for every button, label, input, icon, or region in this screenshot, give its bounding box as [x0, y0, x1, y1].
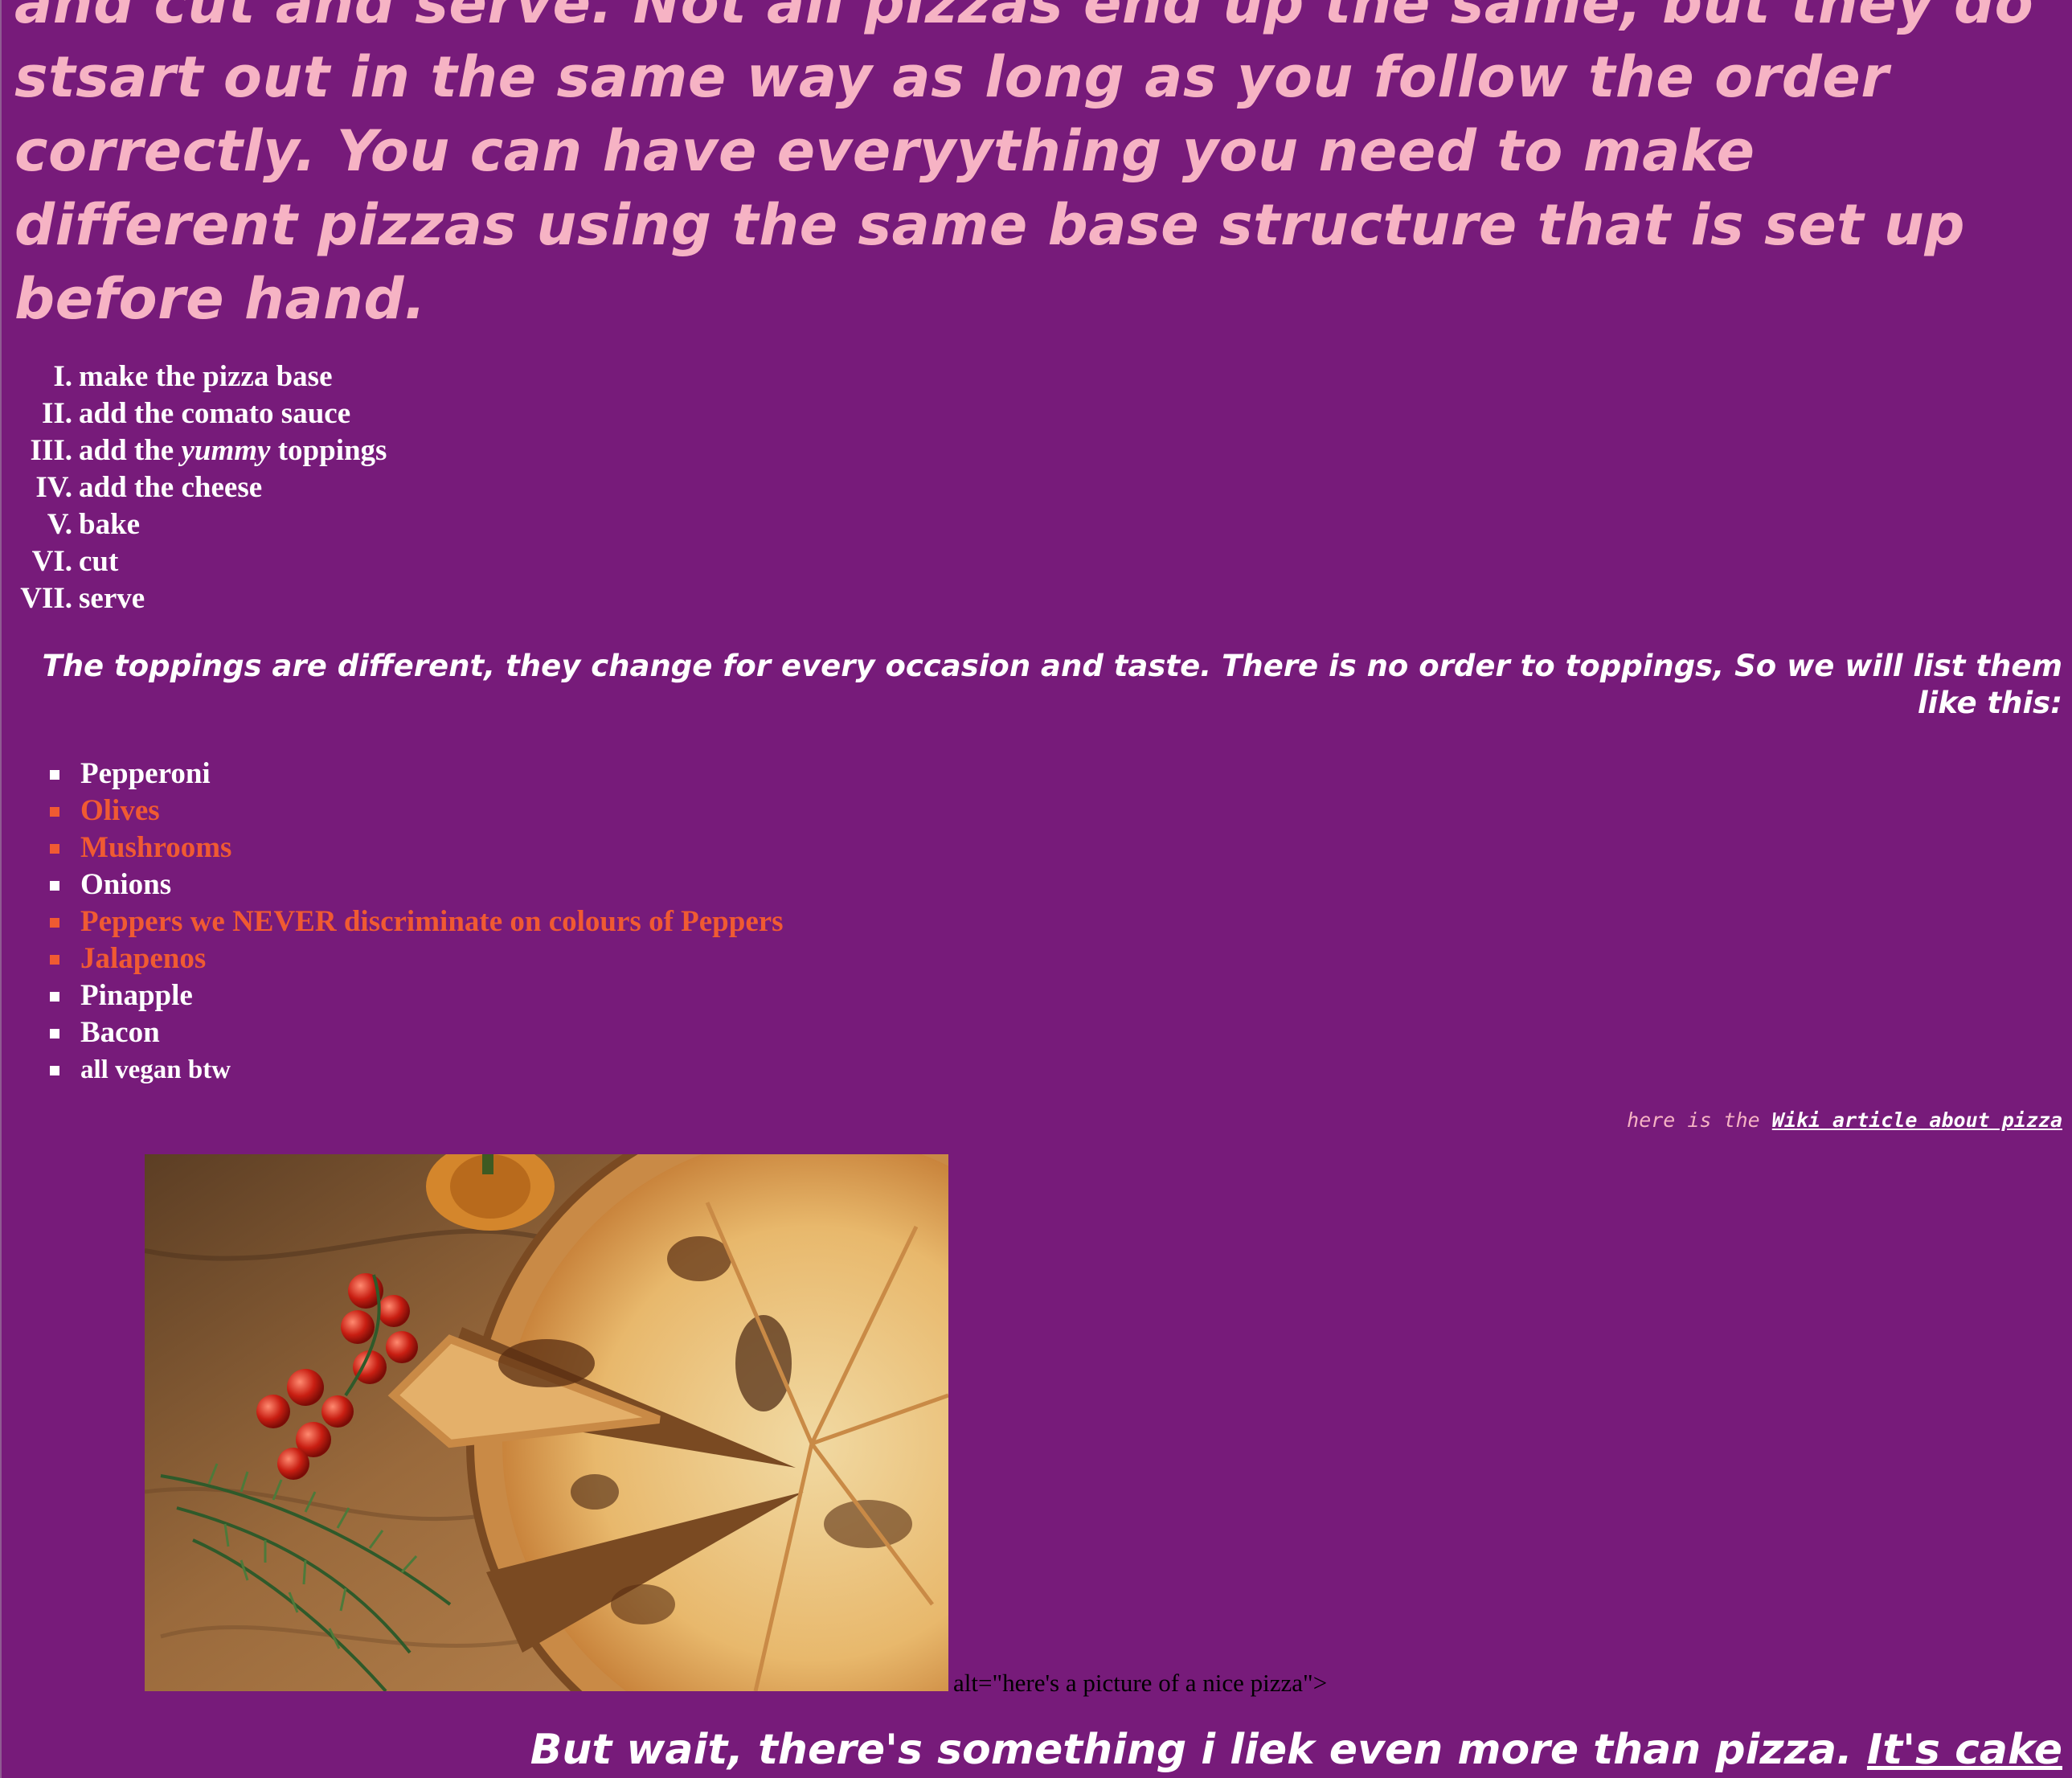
step-item: II. add the comato sauce — [2, 395, 387, 432]
topping-item: Mushrooms — [2, 830, 784, 866]
step-item: I. make the pizza base — [2, 358, 387, 395]
topping-item: Olives — [2, 793, 784, 830]
closing-heading: But wait, there's something i liek even … — [530, 1723, 2062, 1776]
step-number: V. — [47, 508, 72, 541]
square-bullet-icon — [50, 770, 59, 780]
step-emphasis: yummy — [181, 434, 271, 467]
topping-label: Jalapenos — [80, 942, 207, 975]
topping-item: all vegan btw — [2, 1051, 784, 1088]
step-number: II. — [41, 397, 72, 430]
square-bullet-icon — [50, 918, 59, 928]
step-number: VII. — [20, 582, 72, 615]
image-alt-text-residue: alt="here's a picture of a nice pizza"> — [953, 1669, 1328, 1697]
step-number: IV. — [35, 471, 72, 504]
topping-label: Onions — [80, 868, 172, 901]
topping-item: Jalapenos — [2, 940, 784, 977]
topping-item: Bacon — [2, 1014, 784, 1051]
step-number: III. — [30, 434, 72, 467]
square-bullet-icon — [50, 844, 59, 854]
step-text-before: add the — [79, 434, 182, 467]
topping-item: Peppers we NEVER discriminate on colours… — [2, 903, 784, 940]
step-text: add the comato sauce — [79, 397, 351, 430]
step-number: VI. — [31, 545, 72, 578]
step-item: VI. cut — [2, 543, 387, 580]
square-bullet-icon — [50, 1029, 59, 1039]
step-item: V. bake — [2, 506, 387, 543]
square-bullet-icon — [50, 992, 59, 1002]
closing-text: But wait, there's something i liek even … — [530, 1726, 1867, 1774]
step-item: IV. add the cheese — [2, 469, 387, 506]
step-text: bake — [79, 508, 141, 541]
square-bullet-icon — [50, 881, 59, 891]
step-text-after: toppings — [270, 434, 387, 467]
square-bullet-icon — [50, 807, 59, 817]
step-item: III. add the yummy toppings — [2, 432, 387, 469]
cake-link[interactable]: It's cake — [1867, 1726, 2062, 1774]
topping-label: Bacon — [80, 1016, 160, 1049]
step-text: make the pizza base — [79, 360, 333, 393]
toppings-intro-heading: The toppings are different, they change … — [42, 649, 2062, 720]
wiki-prefix: here is the — [1627, 1108, 1772, 1132]
topping-label: Pinapple — [80, 979, 193, 1012]
wiki-article-link[interactable]: Wiki article about pizza — [1772, 1108, 2062, 1132]
toppings-list: Pepperoni Olives Mushrooms Onions Pepper… — [2, 756, 784, 1088]
topping-label: Mushrooms — [80, 831, 232, 864]
wiki-line: here is the Wiki article about pizza — [1627, 1108, 2062, 1133]
pizza-photo — [145, 1154, 948, 1691]
step-text: serve — [79, 582, 145, 615]
intro-paragraph: and cut and serve. Not all pizzas end up… — [14, 0, 2034, 332]
topping-item: Onions — [2, 866, 784, 903]
topping-label: Olives — [80, 794, 160, 827]
step-text: add the cheese — [79, 471, 263, 504]
topping-item: Pinapple — [2, 977, 784, 1014]
topping-label: Peppers we NEVER discriminate on colours… — [80, 905, 784, 938]
step-item: VII. serve — [2, 580, 387, 617]
step-number: I. — [53, 360, 72, 393]
pizza-steps-list: I. make the pizza base II. add the comato … — [2, 358, 387, 617]
step-text: cut — [79, 545, 119, 578]
square-bullet-icon — [50, 1066, 59, 1075]
topping-item: Pepperoni — [2, 756, 784, 793]
topping-label: Pepperoni — [80, 757, 211, 790]
square-bullet-icon — [50, 955, 59, 965]
topping-label: all vegan btw — [80, 1055, 231, 1084]
